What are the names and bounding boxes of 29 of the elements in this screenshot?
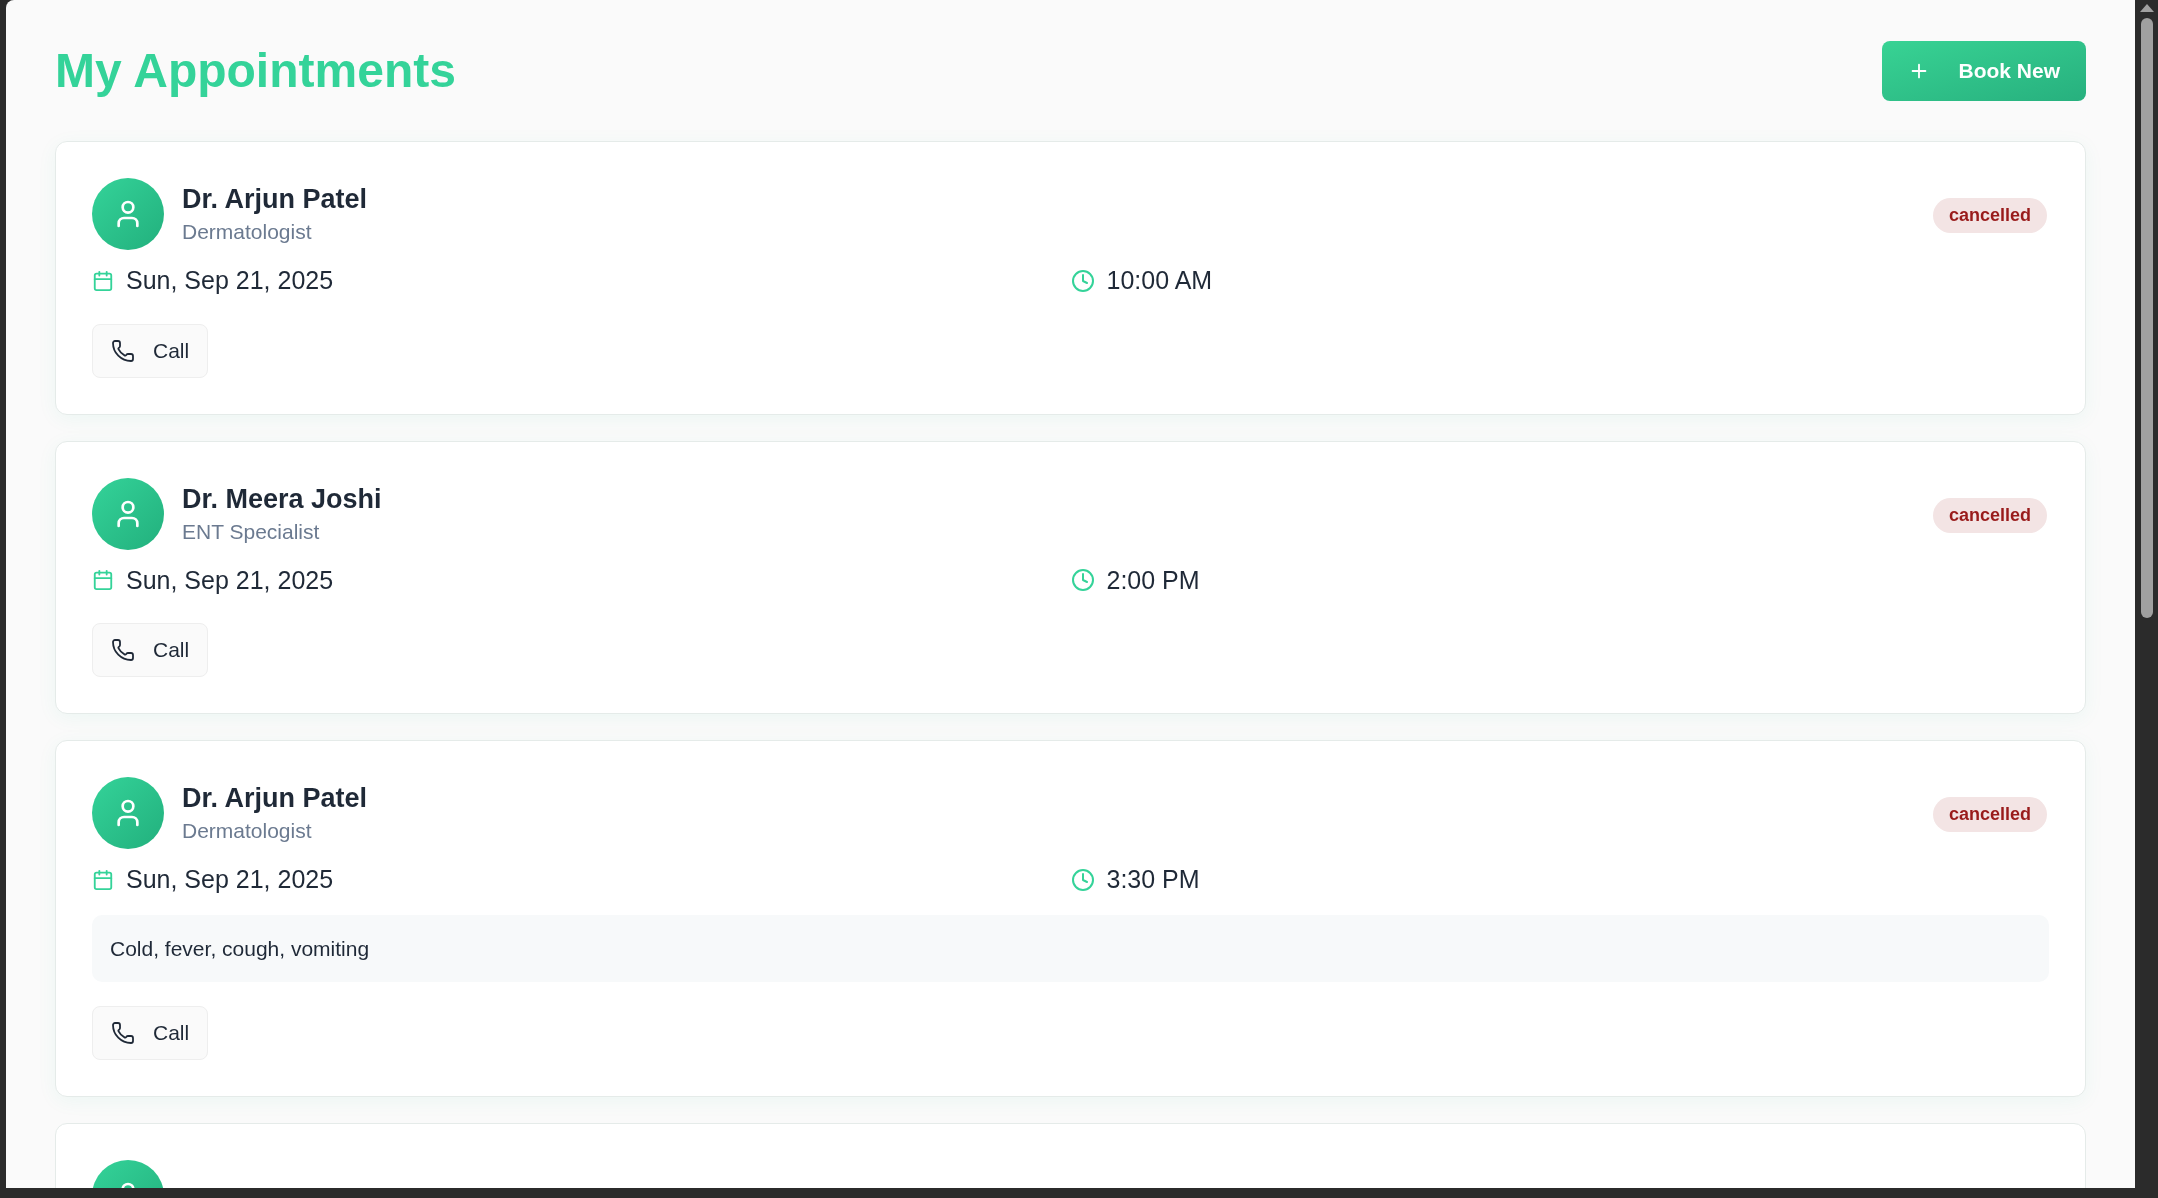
doctor-name: Dr. Arjun Patel [182,782,368,815]
appointment-date: Sun, Sep 21, 2025 [126,864,334,895]
status-badge: cancelled [1932,497,2047,533]
doctor-specialty: ENT Specialist [182,518,321,545]
clock-icon [1070,268,1095,293]
appointment-time: 3:30 PM [1106,864,1200,895]
appointment-date: Sun, Sep 21, 2025 [126,564,334,596]
status-badge: cancelled [1932,198,2047,233]
call-button[interactable]: Call [92,323,209,378]
appointment-time: 10:00 AM [1106,265,1213,296]
clock-icon [1070,568,1095,593]
call-button[interactable]: Call [92,1006,209,1060]
appointment-time: 2:00 PM [1106,564,1200,596]
page-title: My Appointments [55,43,456,99]
phone-icon [111,338,135,363]
doctor-name: Dr. Arjun Patel [182,183,368,216]
phone-icon [111,1021,135,1045]
phone-icon [111,638,135,662]
calendar-icon [92,269,114,292]
clock-icon [1070,867,1095,892]
calendar-icon [92,569,114,592]
calendar-icon [92,868,114,891]
doctor-name: Dr. Meera Joshi [182,482,382,516]
call-button[interactable]: Call [92,623,209,677]
appointment-notes: Cold, fever, cough, vomiting [92,914,2049,982]
doctor-specialty: Dermatologist [182,219,313,245]
appointment-date: Sun, Sep 21, 2025 [126,265,334,296]
doctor-specialty: Dermatologist [182,818,313,844]
status-badge: cancelled [1932,797,2047,832]
